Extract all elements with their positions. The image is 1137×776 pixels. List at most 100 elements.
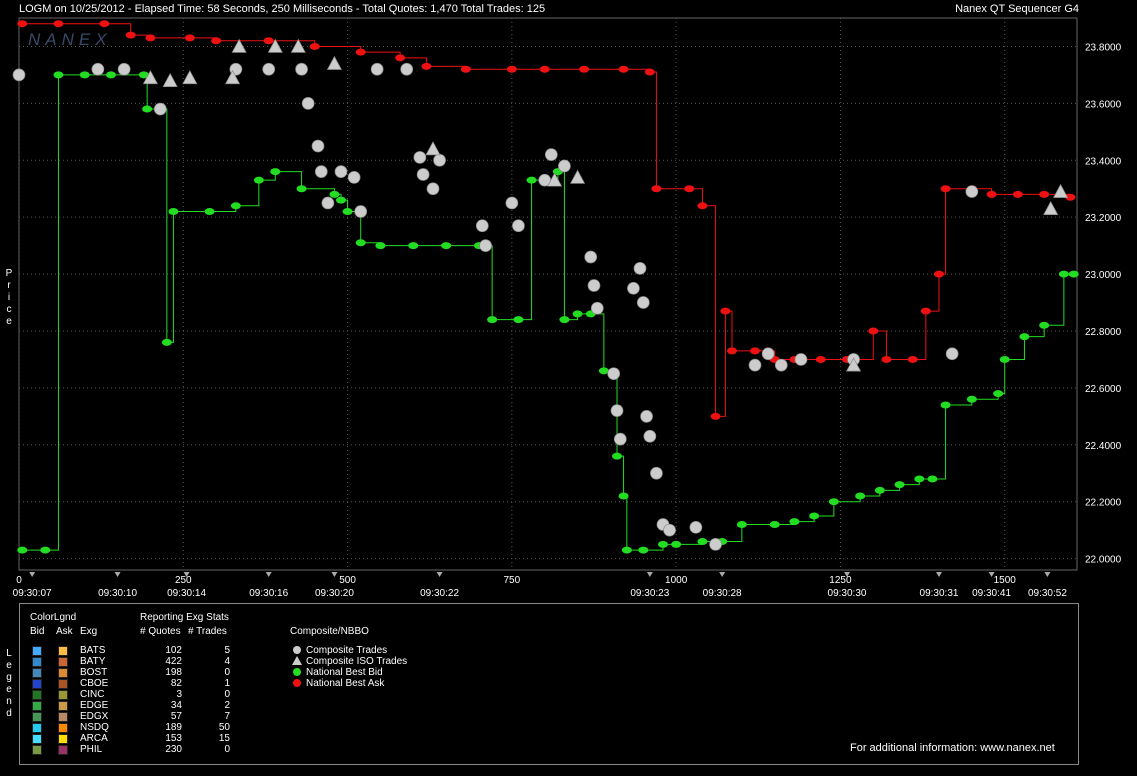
series-0-point-1 — [40, 546, 51, 554]
series-0-point-40 — [789, 518, 800, 526]
series-0-point-22 — [487, 316, 498, 324]
legend-col-quotes: # Quotes — [140, 626, 181, 637]
composite-trade-40 — [663, 523, 676, 537]
time-label-2: 09:30:14 — [167, 588, 206, 599]
series-0-point-19 — [408, 242, 419, 250]
series-0-point-2 — [53, 71, 64, 79]
series-0-point-14 — [329, 190, 340, 198]
composite-trade-20 — [475, 219, 489, 233]
y-tick-label-8: 22.2000 — [1085, 498, 1122, 509]
nbbo-title: Composite/NBBO — [290, 626, 369, 637]
series-0-point-52 — [1019, 333, 1030, 341]
series-1-point-4 — [145, 34, 156, 42]
ask-color-swatch — [58, 668, 68, 678]
trade-count: 7 — [224, 711, 230, 722]
trade-count: 1 — [224, 678, 230, 689]
series-0-point-34 — [658, 540, 668, 548]
series-0-point-48 — [940, 401, 951, 409]
series-0-point-12 — [270, 168, 281, 176]
composite-trade-21 — [479, 239, 492, 252]
series-1-point-21 — [710, 412, 721, 420]
bid-color-swatch — [32, 657, 42, 667]
series-1-point-10 — [395, 54, 406, 62]
plot-area — [18, 17, 1078, 571]
legend-stats-title: Reporting Exg Stats — [140, 612, 229, 623]
x-tick-label-4: 1000 — [665, 575, 688, 586]
series-0-point-32 — [621, 546, 632, 554]
time-marker-11 — [1044, 572, 1051, 577]
time-label-7: 09:30:28 — [703, 588, 742, 599]
time-label-6: 09:30:23 — [630, 588, 669, 599]
composite-trade-46 — [794, 353, 808, 366]
bid-color-swatch — [32, 679, 42, 689]
x-tick-label-3: 750 — [504, 575, 521, 586]
time-label-9: 09:30:31 — [920, 588, 959, 599]
series-0-point-38 — [736, 520, 747, 528]
exchange-name: CINC — [80, 689, 105, 700]
price-chart: NANEX 23.800023.600023.400023.200023.0000… — [12, 17, 1122, 599]
series-1-point-1 — [53, 20, 64, 28]
x-tick-label-5: 1250 — [829, 575, 852, 586]
time-label-1: 09:30:10 — [98, 588, 137, 599]
composite-trade-17 — [416, 168, 430, 181]
series-0-point-9 — [204, 207, 215, 215]
series-0-point-6 — [142, 105, 153, 113]
series-1-point-29 — [868, 327, 879, 335]
composite-trade-37 — [643, 429, 657, 443]
exchange-name: CBOE — [80, 678, 109, 689]
ask-color-swatch — [58, 679, 68, 689]
y-tick-label-3: 23.2000 — [1085, 213, 1122, 224]
series-0-point-7 — [161, 338, 172, 346]
series-0-point-51 — [999, 355, 1010, 363]
y-tick-label-9: 22.0000 — [1085, 555, 1122, 566]
time-marker-6 — [646, 572, 653, 577]
composite-trade-38 — [650, 466, 663, 480]
series-0-point-26 — [559, 316, 570, 324]
x-tick-label-2: 500 — [339, 575, 356, 586]
legend-label-letter-5: d — [6, 708, 12, 719]
composite-trade-32 — [613, 432, 627, 446]
legend-color-title: ColorLgnd — [30, 612, 77, 623]
exchange-name: PHIL — [80, 744, 103, 755]
series-0-point-35 — [671, 540, 682, 548]
footer-link: For additional information: www.nanex.ne… — [850, 742, 1055, 754]
legend-panel: ColorLgnd Reporting Exg Stats Bid Ask Ex… — [19, 603, 1079, 765]
composite-trade-12 — [347, 170, 361, 184]
series-1-point-23 — [727, 347, 737, 355]
series-1-point-12 — [460, 65, 471, 73]
series-0-point-45 — [894, 481, 905, 489]
ask-color-swatch — [58, 701, 68, 711]
series-0-point-43 — [855, 492, 866, 500]
exchange-name: BOST — [80, 667, 108, 678]
time-label-5: 09:30:22 — [420, 588, 459, 599]
composite-trade-42 — [709, 538, 722, 551]
series-1-point-3 — [125, 31, 136, 39]
series-0-point-47 — [927, 475, 938, 483]
composite-trade-9 — [314, 165, 328, 178]
composite-trade-10 — [321, 196, 335, 210]
time-marker-5 — [436, 572, 443, 577]
composite-trade-31 — [610, 404, 624, 418]
composite-trade-25 — [544, 148, 558, 161]
series-1-point-9 — [355, 48, 366, 56]
exchange-name: BATS — [80, 645, 106, 656]
series-0-point-27 — [572, 310, 583, 318]
series-0-point-16 — [342, 207, 353, 215]
series-0-point-53 — [1039, 321, 1050, 329]
series-1-point-20 — [697, 202, 708, 210]
series-1-point-7 — [263, 37, 274, 45]
nbbo-legend-label: Composite ISO Trades — [306, 656, 408, 667]
exchange-name: EDGX — [80, 711, 109, 722]
series-1-point-5 — [184, 34, 195, 42]
bid-color-swatch — [32, 690, 42, 700]
price-label-letter-0: P — [5, 268, 13, 279]
bid-color-swatch — [32, 734, 42, 744]
bid-color-swatch — [32, 723, 42, 733]
y-tick-label-5: 22.8000 — [1085, 327, 1122, 338]
series-0-point-20 — [441, 242, 452, 250]
series-1-point-0 — [17, 20, 28, 28]
series-1-point-15 — [579, 65, 590, 73]
series-0-point-8 — [168, 207, 179, 215]
composite-trade-16 — [413, 151, 427, 164]
series-0-point-41 — [809, 512, 820, 520]
